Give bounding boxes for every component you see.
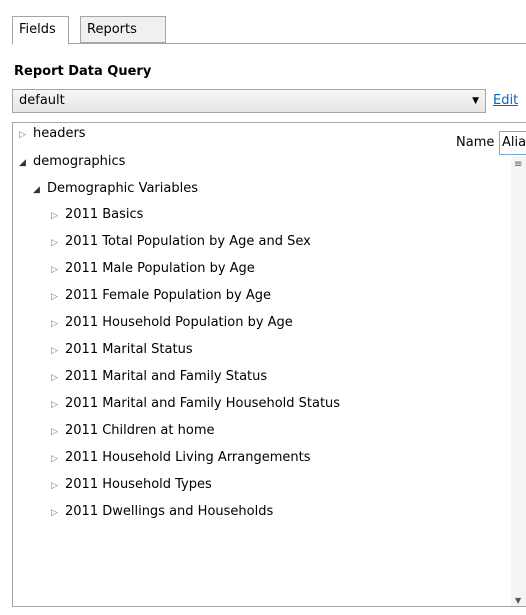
tree-node-label: 2011 Household Types: [65, 477, 212, 492]
tree-node-item[interactable]: ▷ 2011 Basics: [51, 204, 143, 226]
tree-node-item[interactable]: ▷ 2011 Female Population by Age: [51, 285, 271, 307]
alias-field[interactable]: Alias: [499, 131, 526, 155]
tree-node-headers[interactable]: ▷ headers: [19, 123, 86, 145]
query-select-value: default: [19, 93, 65, 108]
expand-triangle-icon[interactable]: ▷: [51, 502, 65, 524]
collapse-triangle-icon[interactable]: ◢: [33, 179, 47, 201]
scroll-down-arrow-icon[interactable]: ▼: [515, 596, 521, 605]
tree-node-label: 2011 Household Population by Age: [65, 315, 293, 330]
expand-triangle-icon[interactable]: ▷: [51, 475, 65, 497]
expand-triangle-icon[interactable]: ▷: [51, 340, 65, 362]
chevron-down-icon: ▼: [472, 96, 479, 106]
tree-node-label: headers: [33, 126, 86, 141]
tree-node-label: 2011 Marital Status: [65, 342, 193, 357]
expand-triangle-icon[interactable]: ▷: [19, 124, 33, 146]
tree-node-item[interactable]: ▷ 2011 Marital and Family Household Statu…: [51, 393, 340, 415]
tree-node-label: 2011 Dwellings and Households: [65, 504, 274, 519]
tree-node-demographics[interactable]: ◢ demographics: [19, 151, 125, 173]
tree-node-demographic-variables[interactable]: ◢ Demographic Variables: [33, 178, 198, 200]
name-label: Name: [456, 135, 495, 150]
expand-triangle-icon[interactable]: ▷: [51, 313, 65, 335]
tree-node-label: 2011 Male Population by Age: [65, 261, 255, 276]
scroll-grip-icon[interactable]: ≡: [514, 159, 522, 170]
tree-node-label: 2011 Marital and Family Status: [65, 369, 268, 384]
expand-triangle-icon[interactable]: ▷: [51, 394, 65, 416]
edit-link[interactable]: Edit: [493, 93, 518, 108]
tree-node-label: 2011 Household Living Arrangements: [65, 450, 311, 465]
tree-node-item[interactable]: ▷ 2011 Household Living Arrangements: [51, 447, 311, 469]
tree-node-item[interactable]: ▷ 2011 Marital and Family Status: [51, 366, 267, 388]
tree-node-item[interactable]: ▷ 2011 Total Population by Age and Sex: [51, 231, 311, 253]
expand-triangle-icon[interactable]: ▷: [51, 421, 65, 443]
tree-node-label: 2011 Total Population by Age and Sex: [65, 234, 311, 249]
expand-triangle-icon[interactable]: ▷: [51, 448, 65, 470]
scrollbar[interactable]: ≡ ▼: [511, 157, 526, 606]
tree-node-item[interactable]: ▷ 2011 Marital Status: [51, 339, 193, 361]
expand-triangle-icon[interactable]: ▷: [51, 367, 65, 389]
tab-reports[interactable]: Reports: [80, 16, 166, 43]
tree-node-label: 2011 Female Population by Age: [65, 288, 272, 303]
expand-triangle-icon[interactable]: ▷: [51, 232, 65, 254]
section-title: Report Data Query: [14, 64, 152, 79]
tree-node-label: demographics: [33, 154, 126, 169]
fields-tree: ▷ headers ◢ demographics ◢ Demographic Vari…: [12, 122, 526, 607]
tree-node-label: 2011 Marital and Family Household Status: [65, 396, 341, 411]
tree-node-label: 2011 Basics: [65, 207, 144, 222]
expand-triangle-icon[interactable]: ▷: [51, 205, 65, 227]
tree-node-item[interactable]: ▷ 2011 Household Types: [51, 474, 212, 496]
tree-node-label: 2011 Children at home: [65, 423, 215, 438]
tree-node-label: Demographic Variables: [47, 181, 198, 196]
collapse-triangle-icon[interactable]: ◢: [19, 152, 33, 174]
expand-triangle-icon[interactable]: ▷: [51, 286, 65, 308]
expand-triangle-icon[interactable]: ▷: [51, 259, 65, 281]
tab-divider: [12, 43, 526, 44]
tree-node-item[interactable]: ▷ 2011 Children at home: [51, 420, 215, 442]
tab-fields[interactable]: Fields: [12, 16, 69, 45]
tree-node-item[interactable]: ▷ 2011 Male Population by Age: [51, 258, 255, 280]
query-select[interactable]: default ▼: [12, 89, 486, 113]
tree-node-item[interactable]: ▷ 2011 Household Population by Age: [51, 312, 293, 334]
tree-node-item[interactable]: ▷ 2011 Dwellings and Households: [51, 501, 273, 523]
